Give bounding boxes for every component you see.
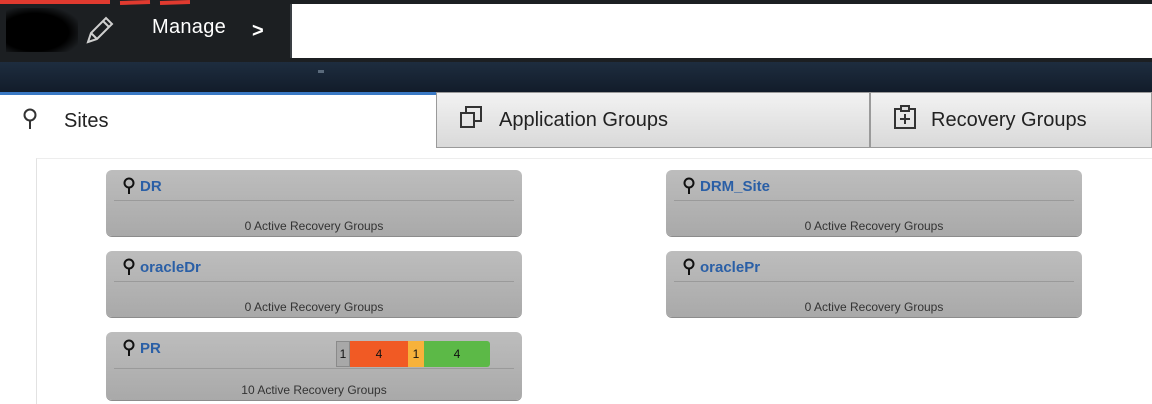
map-pin-icon [22, 108, 38, 136]
map-pin-icon [123, 258, 135, 275]
divider [114, 368, 514, 369]
avatar[interactable] [6, 8, 78, 52]
site-status: 0 Active Recovery Groups [244, 219, 384, 233]
site-card-oraclepr[interactable]: oraclePr 0 Active Recovery Groups [666, 251, 1082, 317]
map-pin-icon [123, 339, 135, 356]
clipboard-plus-icon [893, 104, 917, 136]
header-band [0, 62, 1152, 92]
tab-label: Recovery Groups [931, 108, 1087, 131]
copy-icon [459, 105, 485, 135]
status-count-yellow[interactable]: 1 [408, 341, 424, 367]
tab-label: Application Groups [499, 108, 668, 131]
site-name-row: oraclePr [682, 257, 760, 277]
site-name-row: DRM_Site [682, 176, 770, 196]
breadcrumb-separator: > [252, 20, 264, 42]
band-marker [318, 70, 324, 73]
status-count-gray[interactable]: 1 [336, 341, 350, 367]
site-name-row: PR [122, 338, 161, 358]
status-count-green[interactable]: 4 [424, 341, 490, 367]
tab-sites[interactable]: Sites [0, 92, 436, 148]
recovery-status-bar[interactable]: 1 4 1 4 [336, 341, 490, 367]
breadcrumb-input[interactable] [290, 4, 1152, 58]
divider [114, 281, 514, 282]
divider [674, 200, 1074, 201]
top-bar: Manage > [0, 0, 1152, 62]
site-status: 10 Active Recovery Groups [241, 383, 387, 397]
site-name[interactable]: PR [140, 340, 161, 357]
site-card-pr[interactable]: PR 1 4 1 4 10 Active Recovery Groups [106, 332, 522, 400]
site-status: 0 Active Recovery Groups [804, 300, 944, 314]
tab-recovery-groups[interactable]: Recovery Groups [870, 92, 1152, 148]
site-name[interactable]: DR [140, 178, 162, 195]
tab-bar: Sites Application Groups Recovery Groups [0, 92, 1152, 148]
site-name[interactable]: oracleDr [140, 259, 201, 276]
breadcrumb-manage[interactable]: Manage [152, 16, 226, 39]
site-name-row: DR [122, 176, 162, 196]
site-card-drm-site[interactable]: DRM_Site 0 Active Recovery Groups [666, 170, 1082, 236]
map-pin-icon [123, 177, 135, 194]
tab-application-groups[interactable]: Application Groups [436, 92, 870, 148]
map-pin-icon [683, 177, 695, 194]
map-pin-icon [683, 258, 695, 275]
pencil-icon[interactable] [82, 14, 116, 48]
tab-label: Sites [64, 110, 109, 132]
site-name[interactable]: DRM_Site [700, 178, 770, 195]
site-card-dr[interactable]: DR 0 Active Recovery Groups [106, 170, 522, 236]
divider [114, 200, 514, 201]
site-status: 0 Active Recovery Groups [244, 300, 384, 314]
site-name[interactable]: oraclePr [700, 259, 760, 276]
status-count-red[interactable]: 4 [350, 341, 408, 367]
site-card-oracledr[interactable]: oracleDr 0 Active Recovery Groups [106, 251, 522, 317]
site-name-row: oracleDr [122, 257, 201, 277]
site-status: 0 Active Recovery Groups [804, 219, 944, 233]
divider [674, 281, 1074, 282]
